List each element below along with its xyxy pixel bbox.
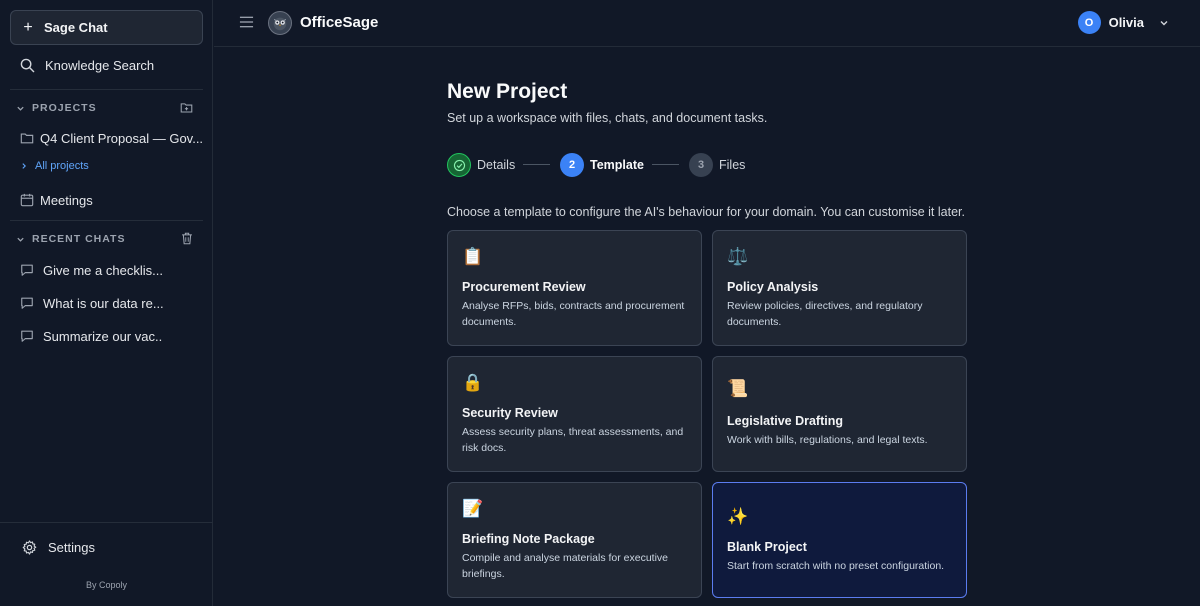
step-number-files[interactable]: 3	[689, 153, 713, 177]
search-icon	[20, 58, 35, 72]
owl-logo-icon	[268, 11, 292, 35]
template-description: Work with bills, regulations, and legal …	[727, 434, 928, 446]
recent-chat-item[interactable]: Summarize our vac...	[0, 323, 213, 349]
knowledge-search-label: Knowledge Search	[45, 57, 155, 73]
template-description: Assess security plans, threat assessment…	[462, 426, 684, 454]
plus-icon: +	[23, 18, 33, 36]
template-title: Security Review	[462, 406, 558, 420]
step-label-template[interactable]: Template	[590, 158, 644, 172]
template-description: Compile and analyse materials for execut…	[462, 552, 669, 580]
chevron-down-icon	[17, 237, 24, 242]
gear-icon	[22, 540, 37, 555]
trash-icon[interactable]	[181, 232, 193, 245]
user-menu[interactable]: O Olivia	[1077, 11, 1169, 34]
scales-icon: ⚖️	[727, 247, 749, 267]
chat-label: Give me a checklis...	[43, 262, 163, 278]
template-description: Start from scratch with no preset config…	[727, 560, 945, 572]
divider	[10, 220, 203, 221]
projects-heading: PROJECTS	[32, 102, 97, 114]
step-label-details[interactable]: Details	[477, 158, 515, 172]
step-number-template[interactable]: 2	[560, 153, 584, 177]
template-description: Review policies, directives, and regulat…	[727, 300, 923, 328]
chat-label: Summarize our vac...	[43, 328, 163, 344]
calendar-icon	[20, 193, 34, 207]
user-name: Olivia	[1108, 15, 1144, 30]
sidebar: + Sage Chat Knowledge Search PROJECTS Q4…	[0, 0, 213, 606]
sparkles-icon: ✨	[727, 507, 749, 527]
template-title: Briefing Note Package	[462, 532, 595, 546]
template-card-briefing-note-package[interactable]: 📝 Briefing Note Package Compile and anal…	[447, 482, 702, 598]
app-title: OfficeSage	[300, 14, 379, 31]
new-folder-icon[interactable]	[180, 101, 193, 114]
page-subtitle: Set up a workspace with files, chats, an…	[447, 111, 768, 125]
sidebar-item-project[interactable]: Q4 Client Proposal — Gov...	[0, 125, 213, 151]
chat-bubble-icon	[21, 330, 33, 342]
chevron-down-icon	[17, 106, 24, 111]
top-bar: OfficeSage O Olivia	[214, 0, 1200, 47]
step-complete-check-icon[interactable]	[447, 153, 471, 177]
chat-bubble-icon	[21, 297, 33, 309]
chat-bubble-icon	[21, 264, 33, 276]
template-description: Analyse RFPs, bids, contracts and procur…	[462, 300, 685, 328]
lock-icon: 🔒	[462, 373, 484, 393]
template-title: Blank Project	[727, 540, 807, 554]
projects-section-header[interactable]: PROJECTS	[0, 98, 213, 118]
sidebar-item-meetings[interactable]: Meetings	[0, 187, 213, 213]
avatar: O	[1077, 11, 1101, 34]
chevron-right-icon	[22, 163, 26, 169]
step-connector	[523, 164, 550, 165]
template-card-security-review[interactable]: 🔒 Security Review Assess security plans,…	[447, 356, 702, 472]
scroll-icon: 📜	[727, 379, 749, 399]
recent-chats-heading: RECENT CHATS	[32, 233, 126, 245]
all-projects-label: All projects	[35, 160, 89, 172]
knowledge-search-link[interactable]: Knowledge Search	[0, 52, 213, 78]
settings-label: Settings	[48, 540, 95, 555]
footer-credit: By Copoly	[85, 580, 128, 590]
memo-icon: 📝	[462, 499, 484, 519]
folder-icon	[20, 133, 34, 144]
recent-chats-section-header[interactable]: RECENT CHATS	[0, 229, 213, 249]
recent-chat-item[interactable]: What is our data re...	[0, 290, 213, 316]
chat-label: What is our data re...	[43, 295, 163, 311]
template-card-legislative-drafting[interactable]: 📜 Legislative Drafting Work with bills, …	[712, 356, 967, 472]
recent-chat-item[interactable]: Give me a checklis...	[0, 257, 213, 283]
divider	[10, 89, 203, 90]
settings-button[interactable]: Settings	[22, 540, 95, 555]
clipboard-icon: 📋	[462, 247, 484, 267]
template-card-procurement-review[interactable]: 📋 Procurement Review Analyse RFPs, bids,…	[447, 230, 702, 346]
hamburger-menu-icon[interactable]	[239, 15, 254, 29]
chevron-down-icon	[1160, 20, 1168, 25]
all-projects-link[interactable]: All projects	[20, 160, 89, 172]
template-title: Legislative Drafting	[727, 414, 843, 428]
new-chat-label: Sage Chat	[44, 20, 108, 35]
template-intro-text: Choose a template to configure the AI's …	[447, 205, 965, 219]
divider	[0, 522, 213, 523]
template-title: Policy Analysis	[727, 280, 819, 294]
page-title: New Project	[447, 80, 568, 103]
step-label-files[interactable]: Files	[719, 158, 745, 172]
meetings-label: Meetings	[40, 192, 93, 208]
step-connector	[652, 164, 679, 165]
template-title: Procurement Review	[462, 280, 586, 294]
new-chat-button[interactable]: + Sage Chat	[10, 10, 203, 45]
project-item-label: Q4 Client Proposal — Gov...	[40, 130, 204, 146]
template-card-policy-analysis[interactable]: ⚖️ Policy Analysis Review policies, dire…	[712, 230, 967, 346]
template-card-blank-project[interactable]: ✨ Blank Project Start from scratch with …	[712, 482, 967, 598]
